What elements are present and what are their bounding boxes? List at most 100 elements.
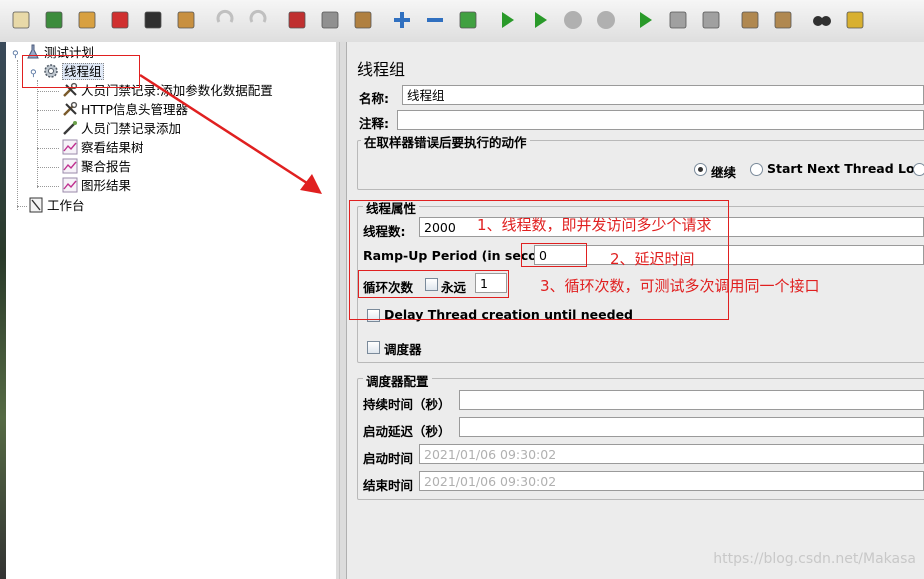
start-next-loop-label[interactable]: Start Next Thread Loop	[767, 161, 924, 176]
sampler-error-title: 在取样器错误后要执行的动作	[361, 132, 530, 151]
duration-label: 持续时间（秒）	[363, 397, 451, 412]
save-edit-button[interactable]	[171, 5, 201, 35]
cut-icon	[286, 9, 308, 31]
watermark: https://blog.csdn.net/Makasa	[713, 551, 916, 567]
remote-stop-icon	[667, 9, 689, 31]
annotation-rampup: 2、延迟时间	[610, 250, 695, 268]
panel-title: 线程组	[357, 60, 406, 79]
continue-radio[interactable]	[694, 163, 707, 176]
tree-node-label: 图形结果	[81, 178, 132, 193]
continue-label[interactable]: 继续	[711, 162, 736, 181]
clear-all-button[interactable]	[768, 5, 798, 35]
undo-button[interactable]	[210, 5, 240, 35]
comment-label: 注释:	[359, 116, 389, 131]
expand-button[interactable]	[387, 5, 417, 35]
shutdown-button[interactable]	[591, 5, 621, 35]
save-edit-icon	[175, 9, 197, 31]
search-icon	[811, 9, 833, 31]
copy-icon	[319, 9, 341, 31]
tree-node-label: 聚合报告	[81, 159, 132, 174]
annotation-loop: 3、循环次数，可测试多次调用同一个接口	[540, 277, 820, 295]
undo-icon	[214, 9, 236, 31]
wrench-icon	[62, 101, 78, 117]
graph-icon	[62, 139, 78, 155]
close-file-icon	[109, 9, 131, 31]
save-icon	[142, 9, 164, 31]
stop-button[interactable]	[558, 5, 588, 35]
tree-node[interactable]: 人员门禁记录添加	[62, 120, 181, 138]
toggle-button[interactable]	[453, 5, 483, 35]
new-icon	[10, 9, 32, 31]
comment-field[interactable]	[397, 110, 924, 130]
name-label: 名称:	[359, 91, 389, 106]
scheduler-config-title: 调度器配置	[363, 371, 432, 390]
reset-search-button[interactable]	[840, 5, 870, 35]
graph-icon	[62, 177, 78, 193]
remote-stop-button[interactable]	[663, 5, 693, 35]
stop-icon	[562, 9, 584, 31]
end-time-label: 结束时间	[363, 478, 414, 493]
duration-field[interactable]	[459, 390, 924, 410]
reset-search-icon	[844, 9, 866, 31]
start-icon	[496, 9, 518, 31]
startup-delay-field[interactable]	[459, 417, 924, 437]
tree-node-label: 人员门禁记录添加	[81, 121, 182, 136]
pipette-icon	[62, 120, 78, 136]
start-no-pause-button[interactable]	[525, 5, 555, 35]
start-no-pause-icon	[529, 9, 551, 31]
collapse-button[interactable]	[420, 5, 450, 35]
remote-start-icon	[634, 9, 656, 31]
stop-thread-radio[interactable]	[913, 163, 924, 176]
templates-button[interactable]	[39, 5, 69, 35]
templates-icon	[43, 9, 65, 31]
tree-node[interactable]: 聚合报告	[62, 158, 131, 176]
rampup-highlight	[521, 243, 587, 267]
split-pane-divider[interactable]	[336, 42, 347, 579]
tree-node[interactable]: HTTP信息头管理器	[62, 101, 188, 119]
collapse-icon	[424, 9, 446, 31]
start-time-label: 启动时间	[363, 451, 414, 466]
open-icon	[76, 9, 98, 31]
workbench-icon	[28, 197, 44, 213]
remote-start-button[interactable]	[630, 5, 660, 35]
open-button[interactable]	[72, 5, 102, 35]
new-button[interactable]	[6, 5, 36, 35]
clear-all-icon	[772, 9, 794, 31]
redo-button[interactable]	[243, 5, 273, 35]
paste-icon	[352, 9, 374, 31]
name-field[interactable]: 线程组	[402, 85, 924, 105]
paste-button[interactable]	[348, 5, 378, 35]
tree-node[interactable]: 察看结果树	[62, 139, 144, 157]
tree-node-label: 察看结果树	[81, 140, 144, 155]
test-plan-tree[interactable]: ⚲ 测试计划 ⚲ 线程组 人员门禁记录:添加参数化数据配置 HTTP信息头管理器人…	[0, 42, 337, 579]
tree-node[interactable]: 图形结果	[62, 177, 131, 195]
start-button[interactable]	[492, 5, 522, 35]
remote-shutdown-button[interactable]	[696, 5, 726, 35]
remote-shutdown-icon	[700, 9, 722, 31]
copy-button[interactable]	[315, 5, 345, 35]
toolbar	[0, 0, 924, 43]
end-time-field[interactable]: 2021/01/06 09:30:02	[419, 471, 924, 491]
start-next-loop-radio[interactable]	[750, 163, 763, 176]
expand-icon	[391, 9, 413, 31]
start-time-field[interactable]: 2021/01/06 09:30:02	[419, 444, 924, 464]
tree-node-label: HTTP信息头管理器	[81, 102, 188, 117]
clear-button[interactable]	[735, 5, 765, 35]
startup-delay-label: 启动延迟（秒）	[363, 424, 451, 439]
tree-node-label: 工作台	[47, 198, 85, 213]
save-button[interactable]	[138, 5, 168, 35]
tree-node-workbench[interactable]: 工作台	[28, 197, 85, 215]
scheduler-label[interactable]: 调度器	[384, 339, 422, 358]
window-edge	[0, 42, 6, 579]
cut-button[interactable]	[282, 5, 312, 35]
scheduler-checkbox[interactable]	[367, 341, 380, 354]
toggle-handle-icon[interactable]: ⚲	[12, 46, 21, 64]
thread-group-highlight	[22, 55, 140, 88]
search-button[interactable]	[807, 5, 837, 35]
shutdown-icon	[595, 9, 617, 31]
annotation-threads: 1、线程数，即并发访问多少个请求	[477, 216, 712, 234]
close-file-button[interactable]	[105, 5, 135, 35]
graph-icon	[62, 158, 78, 174]
toggle-icon	[457, 9, 479, 31]
loop-count-highlight	[358, 270, 509, 298]
